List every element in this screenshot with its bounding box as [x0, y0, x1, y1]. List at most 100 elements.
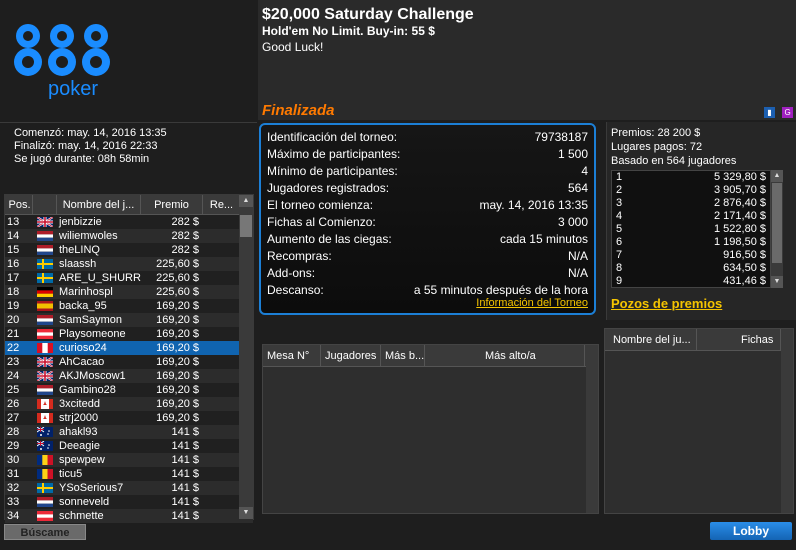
table-row[interactable]: 32 YSoSerious7 141 $: [5, 481, 253, 495]
player-pos: 32: [7, 482, 20, 494]
info-row: Mínimo de participantes: 4: [267, 163, 588, 180]
col-player-name[interactable]: Nombre del ju...: [605, 329, 697, 350]
flag-icon: [33, 425, 57, 439]
col-pos[interactable]: Pos.: [5, 195, 33, 214]
info-row: Identificación del torneo: 79738187: [267, 129, 588, 146]
col-jugadores[interactable]: Jugadores: [321, 345, 381, 366]
scroll-thumb[interactable]: [772, 183, 782, 263]
table-row[interactable]: 29 Deeagie 141 $: [5, 439, 253, 453]
player-pos: 24: [7, 370, 20, 382]
col-flag[interactable]: [33, 195, 57, 214]
table-row[interactable]: 22 curioso24 169,20 $: [5, 341, 253, 355]
player-pos: 25: [7, 384, 20, 396]
col-prize[interactable]: Premio: [141, 195, 203, 214]
prize-amount: 1 522,80 $: [714, 223, 766, 235]
country-flag-icon: [37, 245, 53, 255]
scroll-thumb[interactable]: [240, 215, 252, 237]
country-flag-icon: [36, 426, 53, 437]
players-header: Pos. Nombre del j... Premio Re...: [5, 195, 253, 215]
scroll-down-icon[interactable]: ▼: [771, 276, 783, 288]
stats-icon[interactable]: ▮: [764, 107, 775, 118]
country-flag-icon: [37, 329, 53, 339]
info-value: 564: [567, 181, 588, 195]
player-name: ARE_U_SHURR: [59, 272, 141, 284]
finished-time: Finalizó: may. 14, 2016 22:33: [14, 140, 158, 152]
prize-pools-link[interactable]: Pozos de premios: [611, 296, 722, 311]
table-row[interactable]: 16 slaassh 225,60 $: [5, 257, 253, 271]
flag-icon: [33, 313, 57, 327]
info-label: Mínimo de participantes:: [267, 164, 398, 178]
player-pos: 30: [7, 454, 20, 466]
prize-list: 1 5 329,80 $ 2 3 905,70 $ 3 2 876,40 $ 4 2 171,…: [611, 170, 771, 288]
prize-scrollbar[interactable]: ▲ ▼: [771, 170, 783, 288]
player-name: spewpew: [59, 454, 105, 466]
table-row[interactable]: 26 3xcitedd 169,20 $: [5, 397, 253, 411]
tournament-title: $20,000 Saturday Challenge: [262, 6, 474, 23]
col-mas-bajo[interactable]: Más b...: [381, 345, 425, 366]
prize-place: 4: [616, 210, 623, 222]
table-row[interactable]: 33 sonneveld 141 $: [5, 495, 253, 509]
players-scrollbar[interactable]: ▲ ▼: [239, 195, 253, 519]
find-me-button[interactable]: Búscame: [4, 524, 86, 540]
greeting-text: Good Luck!: [262, 40, 324, 54]
info-row: Jugadores registrados: 564: [267, 180, 588, 197]
table-row[interactable]: 17 ARE_U_SHURR 225,60 $: [5, 271, 253, 285]
player-pos: 23: [7, 356, 20, 368]
scroll-up-icon[interactable]: ▲: [239, 195, 253, 207]
player-prize: 282 $: [171, 230, 199, 242]
table-row[interactable]: 20 SamSaymon 169,20 $: [5, 313, 253, 327]
table-row[interactable]: 31 ticu5 141 $: [5, 467, 253, 481]
prize-pool: Premios: 28 200 $: [611, 127, 701, 139]
paid-places: Lugares pagos: 72: [611, 141, 703, 153]
table-row[interactable]: 15 theLINQ 282 $: [5, 243, 253, 257]
info-label: Fichas al Comienzo:: [267, 215, 376, 229]
tables-panel: Mesa N° Jugadores Más b... Más alto/a: [262, 344, 599, 514]
col-name[interactable]: Nombre del j...: [57, 195, 141, 214]
scroll-up-icon[interactable]: ▲: [771, 170, 783, 182]
col-mas-alto[interactable]: Más alto/a: [425, 345, 585, 366]
table-row[interactable]: 21 Playsomeone 169,20 $: [5, 327, 253, 341]
lobby-button[interactable]: Lobby: [710, 522, 792, 540]
col-rest[interactable]: Re...: [203, 195, 241, 214]
player-pos: 26: [7, 398, 20, 410]
flag-icon: [33, 439, 57, 453]
table-row[interactable]: 30 spewpew 141 $: [5, 453, 253, 467]
player-prize: 225,60 $: [156, 272, 199, 284]
prize-amount: 916,50 $: [723, 249, 766, 261]
table-row[interactable]: 13 jenbizzie 282 $: [5, 215, 253, 229]
table-row[interactable]: 25 Gambino28 169,20 $: [5, 383, 253, 397]
table-row[interactable]: 34 schmette 141 $: [5, 509, 253, 523]
tournament-info-link[interactable]: Información del Torneo: [476, 297, 588, 309]
flag-icon: [33, 271, 57, 285]
player-name: 3xcitedd: [59, 398, 100, 410]
info-row: El torneo comienza: may. 14, 2016 13:35: [267, 197, 588, 214]
player-prize: 169,20 $: [156, 412, 199, 424]
graph-icon[interactable]: G: [782, 107, 794, 118]
flag-icon: [33, 467, 57, 481]
player-prize: 169,20 $: [156, 314, 199, 326]
prize-row: 5 1 522,80 $: [612, 223, 770, 236]
players-table: Pos. Nombre del j... Premio Re... 13 jenb…: [4, 194, 254, 523]
country-flag-icon: [37, 469, 53, 479]
info-row: Aumento de las ciegas: cada 15 minutos: [267, 231, 588, 248]
table-row[interactable]: 24 AKJMoscow1 169,20 $: [5, 369, 253, 383]
tables-scrollbar[interactable]: [586, 345, 598, 513]
table-row[interactable]: 18 Marinhospl 225,60 $: [5, 285, 253, 299]
table-row[interactable]: 19 backa_95 169,20 $: [5, 299, 253, 313]
scroll-down-icon[interactable]: ▼: [239, 507, 253, 519]
player-name: Playsomeone: [59, 328, 126, 340]
player-pos: 15: [7, 244, 20, 256]
table-row[interactable]: 14 wiliemwoles 282 $: [5, 229, 253, 243]
player-prize: 141 $: [171, 440, 199, 452]
flag-icon: [33, 299, 57, 313]
col-mesa[interactable]: Mesa N°: [263, 345, 321, 366]
country-flag-icon: [37, 483, 53, 493]
player-name: theLINQ: [59, 244, 100, 256]
chips-scrollbar[interactable]: [781, 329, 793, 513]
col-fichas[interactable]: Fichas: [697, 329, 781, 350]
prize-amount: 5 329,80 $: [714, 171, 766, 183]
table-row[interactable]: 28 ahakl93 141 $: [5, 425, 253, 439]
flag-icon: [33, 481, 57, 495]
table-row[interactable]: 27 strj2000 169,20 $: [5, 411, 253, 425]
table-row[interactable]: 23 AhCacao 169,20 $: [5, 355, 253, 369]
